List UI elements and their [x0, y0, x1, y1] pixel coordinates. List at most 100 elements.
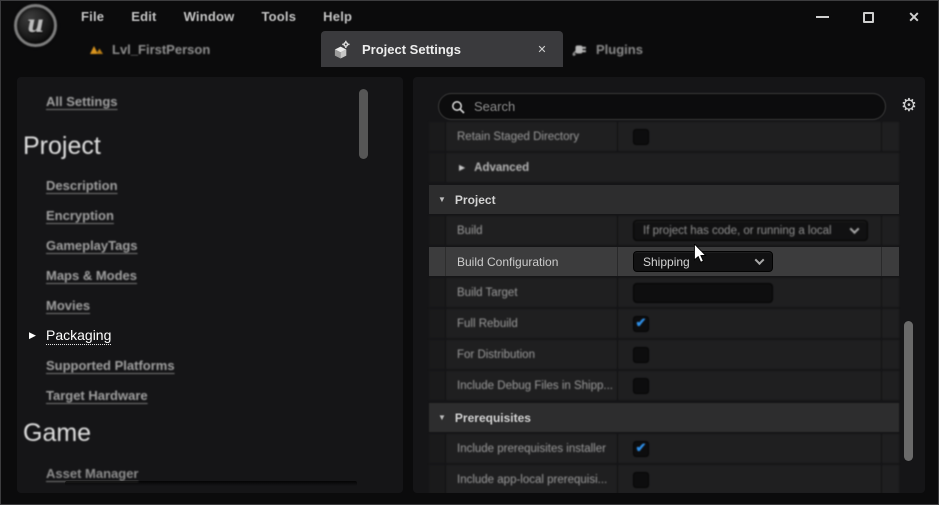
sidebar-divider	[65, 481, 357, 486]
menu-item-file[interactable]: File	[81, 9, 104, 24]
expander-collapsed-icon[interactable]	[459, 163, 465, 172]
plugin-icon	[571, 41, 588, 58]
retain-staged-directory-checkbox[interactable]	[633, 129, 649, 145]
include-debug-files-checkbox[interactable]	[633, 378, 649, 394]
menu-item-help[interactable]: Help	[323, 9, 352, 24]
sidebar-item-maps-modes[interactable]: Maps & Modes	[46, 268, 137, 283]
row-reset-cell	[881, 309, 899, 338]
tab-bar: Lvl_FirstPerson Project Settings	[1, 31, 938, 67]
row-indent-gutter	[429, 309, 446, 338]
row-reset-cell	[881, 247, 899, 276]
row-reset-cell	[881, 371, 899, 400]
sidebar-heading-game: Game	[23, 419, 91, 448]
row-value-cell: If project has code, or running a local	[617, 216, 881, 245]
settings-sidebar: All Settings Project Description Encrypt…	[17, 77, 403, 493]
row-label: Include prerequisites installer	[446, 443, 617, 455]
settings-row-build: Build If project has code, or running a …	[429, 216, 899, 245]
settings-row-include-app-local-prerequisites: Include app-local prerequisi...	[429, 465, 899, 493]
chevron-down-icon	[755, 255, 765, 265]
section-header-project[interactable]: Project	[429, 185, 899, 214]
title-bar: u File Edit Window Tools Help	[1, 1, 938, 31]
settings-gear-button[interactable]	[898, 94, 920, 116]
settings-row-build-configuration: Build Configuration Shipping	[429, 247, 899, 276]
window-minimize-button[interactable]	[808, 7, 836, 27]
row-label: For Distribution	[446, 349, 617, 361]
unreal-editor-window: u File Edit Window Tools Help Lvl_FirstP…	[0, 0, 939, 505]
search-input[interactable]	[474, 99, 873, 114]
tab-label: Project Settings	[362, 42, 525, 57]
settings-scrollbar-thumb[interactable]	[904, 321, 913, 461]
section-header-prerequisites[interactable]: Prerequisites	[429, 403, 899, 432]
row-label: Include app-local prerequisi...	[446, 474, 617, 486]
tab-project-settings[interactable]: Project Settings	[321, 31, 563, 67]
row-label: Advanced	[474, 162, 529, 174]
build-dropdown[interactable]: If project has code, or running a local	[633, 220, 868, 241]
expander-expanded-icon[interactable]	[438, 413, 446, 422]
settings-row-build-target: Build Target	[429, 278, 899, 307]
sidebar-item-encryption[interactable]: Encryption	[46, 208, 114, 223]
row-value-cell: Shipping	[617, 247, 881, 276]
settings-row-include-debug-files: Include Debug Files in Shipp...	[429, 371, 899, 400]
search-icon	[451, 100, 465, 114]
sidebar-item-movies[interactable]: Movies	[46, 298, 90, 313]
expander-expanded-icon[interactable]	[438, 195, 446, 204]
row-indent-gutter	[429, 153, 446, 182]
maximize-icon	[863, 12, 874, 23]
search-bar[interactable]	[438, 93, 886, 120]
sidebar-item-gameplaytags[interactable]: GameplayTags	[46, 238, 138, 253]
tab-level-lvl-firstperson[interactable]: Lvl_FirstPerson	[89, 31, 210, 67]
window-maximize-button[interactable]	[854, 7, 882, 27]
row-indent-gutter	[429, 434, 446, 463]
tab-close-button[interactable]	[533, 40, 551, 58]
row-indent-gutter	[429, 122, 446, 151]
sidebar-heading-project: Project	[23, 132, 101, 161]
full-rebuild-checkbox[interactable]	[633, 316, 649, 332]
menu-item-tools[interactable]: Tools	[261, 9, 296, 24]
sidebar-item-asset-manager[interactable]: Asset Manager	[46, 466, 138, 481]
section-label: Project	[455, 193, 496, 207]
minimize-icon	[816, 16, 829, 18]
tab-plugins[interactable]: Plugins	[571, 31, 643, 67]
dropdown-value: If project has code, or running a local	[643, 225, 843, 237]
row-value-cell	[617, 340, 881, 369]
sidebar-item-supported-platforms[interactable]: Supported Platforms	[46, 358, 175, 373]
settings-row-retain-staged-directory: Retain Staged Directory	[429, 122, 899, 151]
row-reset-cell	[881, 465, 899, 493]
gear-icon	[901, 95, 917, 116]
settings-row-for-distribution: For Distribution	[429, 340, 899, 369]
include-app-local-prerequisites-checkbox[interactable]	[633, 472, 649, 488]
project-settings-icon	[333, 40, 352, 59]
menu-item-window[interactable]: Window	[184, 9, 235, 24]
window-close-button[interactable]	[900, 7, 928, 27]
build-target-input[interactable]	[633, 283, 773, 303]
row-value-cell	[617, 371, 881, 400]
row-label: Build Configuration	[446, 255, 617, 269]
row-reset-cell	[881, 340, 899, 369]
row-label: Retain Staged Directory	[446, 131, 617, 143]
for-distribution-checkbox[interactable]	[633, 347, 649, 363]
settings-row-advanced[interactable]: Advanced	[429, 153, 899, 182]
include-prerequisites-installer-checkbox[interactable]	[633, 441, 649, 457]
window-controls	[808, 7, 928, 27]
settings-row-include-prerequisites-installer: Include prerequisites installer	[429, 434, 899, 463]
row-reset-cell	[881, 122, 899, 151]
row-label: Full Rebuild	[446, 318, 617, 330]
sidebar-item-packaging[interactable]: Packaging	[46, 327, 111, 345]
row-indent-gutter	[429, 465, 446, 493]
sidebar-item-target-hardware[interactable]: Target Hardware	[46, 388, 148, 403]
settings-panel: Retain Staged Directory Advanced Project…	[413, 77, 925, 493]
sidebar-item-all-settings[interactable]: All Settings	[46, 94, 118, 109]
row-indent-gutter	[429, 340, 446, 369]
sidebar-item-description[interactable]: Description	[46, 178, 118, 193]
chevron-down-icon	[850, 224, 860, 234]
section-label: Prerequisites	[455, 411, 531, 425]
menu-item-edit[interactable]: Edit	[131, 9, 156, 24]
row-indent-gutter	[429, 216, 446, 245]
mouse-cursor	[691, 244, 709, 264]
sidebar-scrollbar-thumb[interactable]	[359, 89, 368, 159]
row-reset-cell	[881, 434, 899, 463]
unreal-engine-logo-icon[interactable]: u	[14, 4, 57, 47]
settings-row-full-rebuild: Full Rebuild	[429, 309, 899, 338]
row-indent-gutter	[429, 247, 446, 276]
row-label: Build Target	[446, 287, 617, 299]
